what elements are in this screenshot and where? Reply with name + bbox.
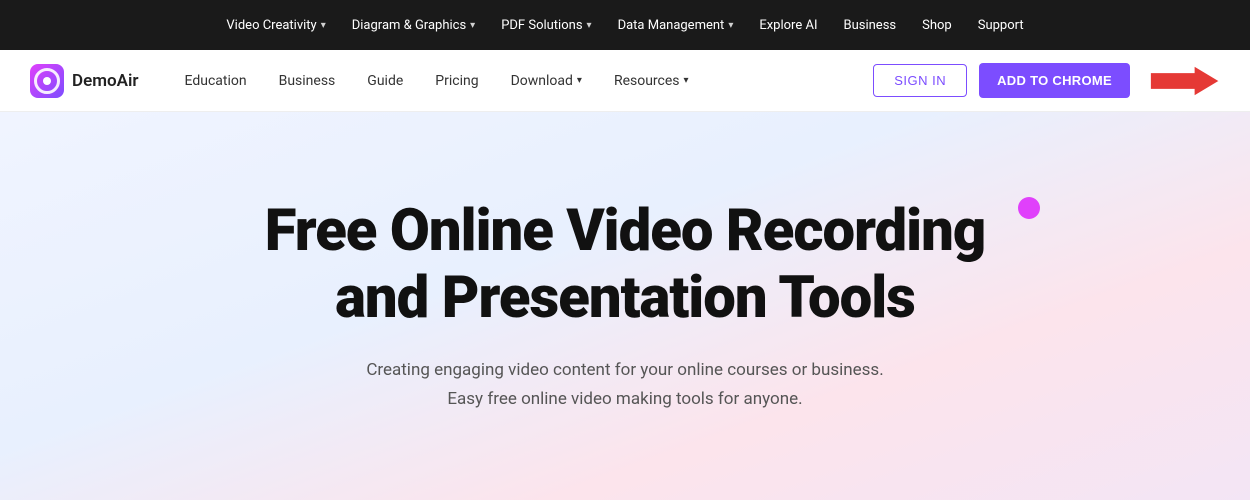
sign-in-button[interactable]: SIGN IN bbox=[873, 64, 967, 97]
hero-title: Free Online Video Recording and Presenta… bbox=[265, 198, 985, 331]
chevron-down-icon: ▾ bbox=[470, 20, 475, 31]
sec-nav-item-resources[interactable]: Resources ▾ bbox=[598, 65, 705, 97]
arrow-icon bbox=[1150, 61, 1220, 101]
hero-subtitle: Creating engaging video content for your… bbox=[366, 356, 883, 414]
hero-dot-decoration bbox=[1018, 197, 1040, 219]
chevron-down-icon: ▾ bbox=[321, 20, 326, 31]
logo-area[interactable]: DemoAir bbox=[30, 64, 139, 98]
sec-nav-actions: SIGN IN ADD TO CHROME bbox=[873, 61, 1220, 101]
sec-nav-item-guide[interactable]: Guide bbox=[351, 65, 419, 97]
chevron-down-icon: ▾ bbox=[587, 20, 592, 31]
logo-text: DemoAir bbox=[72, 71, 139, 91]
top-nav-item-data-management[interactable]: Data Management ▾ bbox=[608, 12, 744, 39]
top-nav-item-business[interactable]: Business bbox=[833, 12, 906, 39]
sec-nav-item-business[interactable]: Business bbox=[263, 65, 352, 97]
top-nav: Video Creativity ▾ Diagram & Graphics ▾ … bbox=[0, 0, 1250, 50]
arrow-annotation bbox=[1150, 61, 1220, 101]
top-nav-item-pdf-solutions[interactable]: PDF Solutions ▾ bbox=[491, 12, 601, 39]
sec-nav-item-download[interactable]: Download ▾ bbox=[495, 65, 598, 97]
top-nav-item-support[interactable]: Support bbox=[968, 12, 1034, 39]
top-nav-item-video-creativity[interactable]: Video Creativity ▾ bbox=[216, 12, 335, 39]
top-nav-item-shop[interactable]: Shop bbox=[912, 12, 962, 39]
top-nav-item-diagram-graphics[interactable]: Diagram & Graphics ▾ bbox=[342, 12, 485, 39]
top-nav-item-explore-ai[interactable]: Explore AI bbox=[749, 12, 827, 39]
hero-section: Free Online Video Recording and Presenta… bbox=[0, 112, 1250, 500]
chevron-down-icon: ▾ bbox=[684, 75, 689, 86]
secondary-nav: DemoAir Education Business Guide Pricing… bbox=[0, 50, 1250, 112]
chevron-down-icon: ▾ bbox=[577, 75, 582, 86]
sec-nav-links: Education Business Guide Pricing Downloa… bbox=[169, 65, 874, 97]
sec-nav-item-education[interactable]: Education bbox=[169, 65, 263, 97]
chevron-down-icon: ▾ bbox=[728, 20, 733, 31]
logo-icon bbox=[30, 64, 64, 98]
sec-nav-item-pricing[interactable]: Pricing bbox=[419, 65, 494, 97]
add-to-chrome-button[interactable]: ADD TO CHROME bbox=[979, 63, 1130, 98]
